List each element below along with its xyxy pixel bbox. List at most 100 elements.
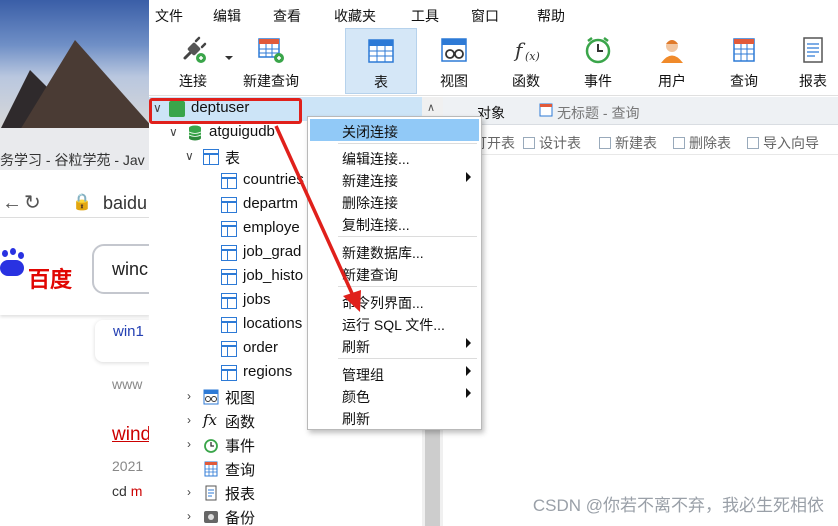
mountain-shape bbox=[20, 40, 150, 128]
function-button[interactable]: f (x) 函数 bbox=[491, 28, 561, 94]
clock-icon bbox=[204, 439, 218, 453]
snippet-m: m bbox=[130, 483, 143, 499]
table-label: 表 bbox=[374, 74, 388, 90]
menu-color[interactable]: 颜色 bbox=[310, 384, 479, 406]
table-icon bbox=[221, 365, 237, 381]
menu-separator bbox=[338, 286, 477, 287]
tree-reports-group[interactable]: › 报表 bbox=[149, 481, 422, 505]
new-table-icon bbox=[599, 137, 611, 149]
tree-queries-group[interactable]: 查询 bbox=[149, 457, 422, 481]
menu-edit[interactable]: 编辑 bbox=[213, 6, 241, 26]
table-button[interactable]: 表 bbox=[345, 28, 417, 94]
chevron-down-icon[interactable]: ∨ bbox=[185, 149, 194, 163]
main-content-pane: 对象 无标题 - 查询 打开表 设计表 新建表 删除表 导入向导 bbox=[443, 97, 838, 526]
report-icon bbox=[803, 37, 823, 63]
chevron-right-icon[interactable]: › bbox=[187, 437, 191, 451]
submenu-arrow-icon bbox=[466, 172, 471, 182]
menu-help[interactable]: 帮助 bbox=[537, 6, 565, 26]
delete-table-label: 删除表 bbox=[689, 135, 731, 151]
new-table-button[interactable]: 新建表 bbox=[599, 133, 657, 153]
menu-favorites[interactable]: 收藏夹 bbox=[334, 6, 376, 26]
table-icon bbox=[221, 269, 237, 285]
search-suggestion[interactable]: win1 bbox=[95, 320, 150, 362]
events-label: 事件 bbox=[225, 438, 256, 455]
menu-view[interactable]: 查看 bbox=[273, 6, 301, 26]
menu-window[interactable]: 窗口 bbox=[471, 6, 499, 26]
baidu-paw-icon bbox=[0, 248, 26, 276]
url-text[interactable]: baidu bbox=[103, 193, 147, 214]
result-title-link[interactable]: wind bbox=[112, 424, 150, 446]
menu-new-connection[interactable]: 新建连接 bbox=[310, 168, 479, 190]
report-button[interactable]: 报表 bbox=[783, 28, 838, 94]
menu-file[interactable]: 文件 bbox=[155, 6, 183, 26]
event-label: 事件 bbox=[584, 73, 612, 89]
tab-untitled-query[interactable]: 无标题 - 查询 bbox=[557, 97, 639, 125]
new-query-button[interactable]: 新建查询 bbox=[235, 28, 307, 94]
connect-label: 连接 bbox=[179, 73, 207, 89]
objects-area bbox=[443, 155, 838, 526]
function-label: 函数 bbox=[512, 73, 540, 89]
menu-edit-connection[interactable]: 编辑连接... bbox=[310, 146, 479, 168]
view-icon bbox=[203, 389, 219, 405]
context-menu: 关闭连接 编辑连接... 新建连接 删除连接 复制连接... 新建数据库... … bbox=[307, 116, 482, 430]
menu-manage-group[interactable]: 管理组 bbox=[310, 362, 479, 384]
menu-copy-connection[interactable]: 复制连接... bbox=[310, 212, 479, 234]
menu-new-query[interactable]: 新建查询 bbox=[310, 262, 479, 284]
table-name: countries bbox=[243, 171, 304, 188]
menu-tools[interactable]: 工具 bbox=[411, 6, 439, 26]
connect-dropdown[interactable] bbox=[223, 28, 235, 94]
menu-delete-connection[interactable]: 删除连接 bbox=[310, 190, 479, 212]
clock-icon bbox=[585, 37, 611, 64]
import-wizard-label: 导入向导 bbox=[763, 135, 819, 151]
import-wizard-icon bbox=[747, 137, 759, 149]
query-button[interactable]: 查询 bbox=[709, 28, 779, 94]
user-label: 用户 bbox=[658, 73, 686, 89]
chevron-right-icon[interactable]: › bbox=[187, 389, 191, 403]
view-button[interactable]: 视图 bbox=[419, 28, 489, 94]
menu-manage-group-label: 管理组 bbox=[342, 367, 384, 383]
design-table-icon bbox=[523, 137, 535, 149]
table-name: employe bbox=[243, 219, 300, 236]
new-query-icon bbox=[258, 38, 284, 63]
result-snippet: cd m bbox=[112, 483, 142, 499]
menu-command-line[interactable]: 命令列界面... bbox=[310, 290, 479, 312]
scroll-up-icon[interactable]: ∧ bbox=[427, 101, 435, 114]
backup-icon bbox=[204, 511, 218, 523]
design-table-button[interactable]: 设计表 bbox=[523, 133, 581, 153]
chevron-right-icon[interactable]: › bbox=[187, 485, 191, 499]
table-name: job_histo bbox=[243, 267, 304, 284]
tree-backups-group[interactable]: › 备份 bbox=[149, 505, 422, 526]
import-wizard-button[interactable]: 导入向导 bbox=[747, 133, 819, 153]
table-icon bbox=[221, 317, 237, 333]
result-date: 2021 bbox=[112, 458, 144, 474]
menu-new-database[interactable]: 新建数据库... bbox=[310, 240, 479, 262]
report-label: 报表 bbox=[799, 73, 827, 89]
back-arrow-icon[interactable]: ← bbox=[2, 192, 22, 215]
baidu-search-input[interactable]: winc bbox=[92, 244, 150, 294]
menu-separator bbox=[338, 236, 477, 237]
tree-events-group[interactable]: › 事件 bbox=[149, 433, 422, 457]
delete-table-button[interactable]: 删除表 bbox=[673, 133, 731, 153]
chevron-right-icon[interactable]: › bbox=[187, 413, 191, 427]
tables-group-label: 表 bbox=[225, 150, 241, 167]
database-icon bbox=[188, 125, 202, 141]
database-label: atguigudb bbox=[209, 123, 275, 140]
menu-refresh[interactable]: 刷新 bbox=[310, 406, 479, 428]
table-name: job_grad bbox=[243, 243, 302, 260]
chevron-down-icon[interactable]: ∨ bbox=[169, 125, 178, 139]
menu-close-connection[interactable]: 关闭连接 bbox=[310, 119, 479, 141]
menu-run-sql-file[interactable]: 运行 SQL 文件... bbox=[310, 312, 479, 334]
functions-label: 函数 bbox=[225, 414, 256, 431]
query-icon bbox=[733, 38, 755, 62]
reload-icon[interactable]: ↻ bbox=[24, 190, 41, 215]
queries-label: 查询 bbox=[225, 462, 256, 479]
browser-tab-title[interactable]: 务学习 - 谷粒学苑 - Jav bbox=[0, 150, 145, 170]
connect-button[interactable]: 连接 bbox=[163, 28, 223, 94]
event-button[interactable]: 事件 bbox=[563, 28, 633, 94]
table-icon bbox=[221, 293, 237, 309]
user-button[interactable]: 用户 bbox=[637, 28, 707, 94]
table-icon bbox=[221, 221, 237, 237]
menu-refresh-submenu[interactable]: 刷新 bbox=[310, 334, 479, 356]
snippet-cd: cd bbox=[112, 483, 127, 499]
chevron-right-icon[interactable]: › bbox=[187, 509, 191, 523]
